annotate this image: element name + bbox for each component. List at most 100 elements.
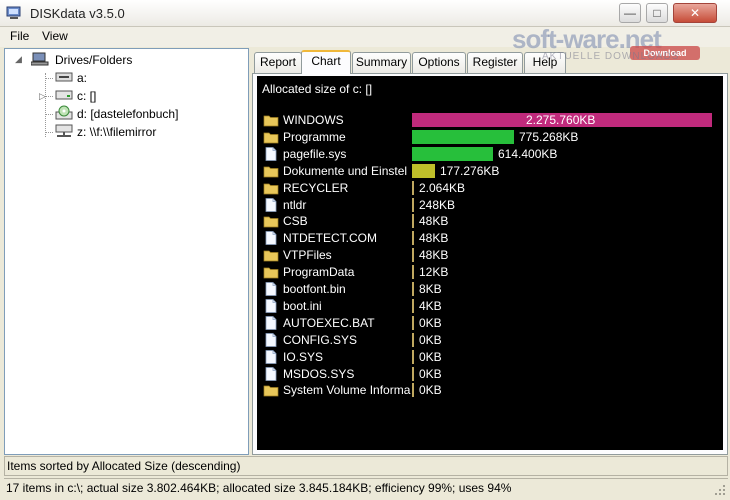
chart-row-name[interactable]: bootfont.bin [283, 282, 411, 296]
chart-bar [412, 366, 414, 381]
close-icon: ✕ [689, 6, 701, 20]
chart-row-name[interactable]: CSB [283, 214, 411, 228]
file-icon [263, 332, 279, 347]
chart-bar [412, 298, 414, 313]
chart-row-name[interactable]: NTDETECT.COM [283, 231, 411, 245]
chart-row-name[interactable]: VTPFiles [283, 248, 411, 262]
chart-bar [412, 231, 414, 246]
folder-icon [263, 248, 279, 262]
menu-view[interactable]: View [40, 29, 70, 43]
minimize-button[interactable]: — [619, 3, 641, 23]
tree-connector [45, 78, 53, 79]
chart-bar [412, 214, 414, 229]
chart-bar-value: 0KB [419, 383, 442, 398]
chart-bar-value: 775.268KB [519, 129, 579, 144]
app-icon [6, 6, 21, 19]
tree-connector [45, 114, 53, 115]
chart-row-name[interactable]: RECYCLER [283, 181, 411, 195]
chart-bar-value: 177.276KB [440, 163, 500, 178]
chart-bar-value: 8KB [419, 282, 442, 296]
file-icon [263, 315, 279, 330]
chart-bar [412, 383, 414, 398]
tree-connector [45, 96, 53, 97]
tab-strip: Report Chart Summary Options Register He… [252, 50, 728, 74]
chart-bar [412, 248, 414, 263]
tab-summary[interactable]: Summary [352, 52, 411, 73]
chart-row-name[interactable]: IO.SYS [283, 350, 411, 364]
chart-bar-value: 48KB [419, 248, 449, 263]
menu-file[interactable]: File [8, 29, 31, 43]
menu-bar: File View [0, 27, 730, 47]
folder-icon [263, 214, 279, 228]
folder-icon [263, 130, 279, 144]
chart-bar-value: 48KB [419, 231, 449, 246]
chart-bar [412, 197, 414, 212]
expand-arrow-icon[interactable]: ▷ [39, 91, 46, 102]
hard-drive-icon [55, 90, 73, 100]
folder-icon [263, 383, 279, 397]
tab-options[interactable]: Options [412, 52, 466, 73]
chart-bar [412, 180, 414, 195]
close-button[interactable]: ✕ [673, 3, 717, 23]
chart-bar [412, 163, 435, 178]
file-icon [263, 366, 279, 381]
chart-row-name[interactable]: CONFIG.SYS [283, 333, 411, 347]
minimize-icon: — [624, 6, 636, 20]
chart-row-name[interactable]: MSDOS.SYS [283, 367, 411, 381]
chart-bar [412, 349, 414, 364]
chart-bar-value: 48KB [419, 214, 449, 229]
chart-row-name[interactable]: WINDOWS [283, 113, 411, 127]
chart-row-name[interactable]: AUTOEXEC.BAT [283, 316, 411, 330]
tab-chart[interactable]: Chart [301, 50, 351, 74]
file-icon [263, 197, 279, 212]
sort-status-bar: Items sorted by Allocated Size (descendi… [4, 456, 728, 476]
chart-bar-value: 2.275.760KB [526, 113, 596, 127]
collapse-arrow-icon[interactable]: ◢ [15, 54, 22, 65]
chart-bar-value: 614.400KB [498, 146, 558, 161]
computer-icon [31, 52, 49, 66]
tab-register[interactable]: Register [467, 52, 523, 73]
chart-bar [412, 265, 414, 280]
tree-connector [45, 132, 53, 133]
summary-status-text: 17 items in c:\; actual size 3.802.464KB… [6, 481, 512, 495]
chart-bar [412, 146, 493, 161]
chart-bar [412, 129, 514, 144]
chart-bar-value: 0KB [419, 332, 442, 347]
drives-tree[interactable]: ◢ Drives/Folders a: ▷ c: [] d: [dastelef… [4, 48, 249, 455]
chart-bar-value: 4KB [419, 298, 442, 313]
maximize-button[interactable]: □ [646, 3, 668, 23]
chart-bar-value: 0KB [419, 366, 442, 381]
folder-icon [263, 265, 279, 279]
window-title: DISKdata v3.5.0 [30, 6, 125, 21]
folder-icon [263, 164, 279, 178]
chart-title: Allocated size of c: [] [262, 82, 373, 96]
tab-report[interactable]: Report [254, 52, 302, 73]
chart-row-name[interactable]: Programme [283, 130, 411, 144]
resize-grip-icon[interactable] [714, 484, 726, 496]
file-icon [263, 298, 279, 313]
network-drive-icon [55, 124, 73, 137]
chart-bar-value: 2.064KB [419, 180, 466, 195]
chart-bar [412, 332, 414, 347]
summary-status-bar: 17 items in c:\; actual size 3.802.464KB… [4, 478, 728, 498]
folder-icon [263, 113, 279, 127]
cd-drive-icon [55, 105, 73, 120]
chart-row-name[interactable]: pagefile.sys [283, 147, 411, 161]
file-icon [263, 282, 279, 296]
chart-row-name[interactable]: Dokumente und Einstel [283, 164, 411, 178]
file-icon [263, 146, 279, 161]
tree-connector [45, 73, 46, 137]
chart-row-name[interactable]: ntldr [283, 198, 411, 212]
chart-bar [412, 282, 414, 296]
chart-bar [412, 315, 414, 330]
chart-bar-value: 0KB [419, 349, 442, 364]
chart-bar-value: 0KB [419, 315, 442, 330]
tab-help[interactable]: Help [524, 52, 566, 73]
title-bar: DISKdata v3.5.0 — □ ✕ [0, 0, 730, 27]
file-icon [263, 349, 279, 364]
chart-row-name[interactable]: System Volume Informa [283, 383, 411, 397]
folder-icon [263, 181, 279, 195]
chart-row-name[interactable]: ProgramData [283, 265, 411, 279]
chart-row-name[interactable]: boot.ini [283, 299, 411, 313]
file-icon [263, 231, 279, 246]
